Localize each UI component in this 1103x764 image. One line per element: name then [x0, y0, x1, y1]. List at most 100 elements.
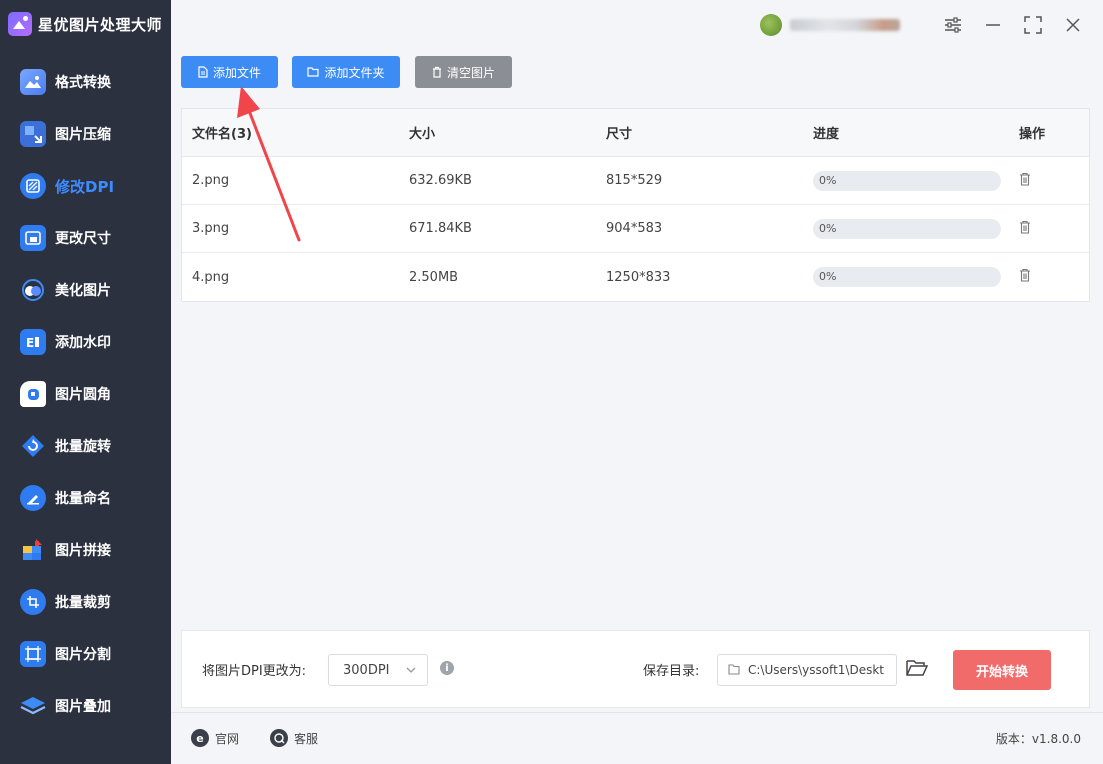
dpi-icon — [20, 173, 46, 199]
sidebar-item-beautify[interactable]: 美化图片 — [0, 264, 171, 316]
sidebar-item-crop[interactable]: 批量裁剪 — [0, 576, 171, 628]
footer: e 官网 客服 版本：v1.8.0.0 — [171, 712, 1103, 764]
sidebar-item-compress[interactable]: 图片压缩 — [0, 108, 171, 160]
sidebar-item-rename[interactable]: 批量命名 — [0, 472, 171, 524]
clear-images-button[interactable]: 清空图片 — [415, 56, 512, 88]
sidebar-item-label: 批量命名 — [55, 491, 111, 507]
image-convert-icon — [20, 69, 46, 95]
layers-icon — [20, 693, 46, 719]
website-link[interactable]: e 官网 — [191, 729, 239, 747]
sidebar-nav: 格式转换 图片压缩 修改DPI 更改尺寸 美化图片 E 添加水印 图片圆角 批量… — [0, 56, 171, 732]
delete-row-icon[interactable] — [1019, 268, 1031, 282]
file-size: 2.50MB — [409, 269, 459, 285]
file-name: 3.png — [192, 221, 230, 236]
add-file-button[interactable]: 添加文件 — [181, 56, 278, 88]
sidebar-item-label: 图片压缩 — [55, 127, 111, 143]
header-filename: 文件名(3) — [192, 127, 252, 142]
folder-icon — [307, 67, 320, 77]
sidebar-item-label: 美化图片 — [55, 283, 111, 299]
beautify-icon — [20, 277, 46, 303]
user-account[interactable] — [760, 12, 925, 38]
dpi-label: 将图片DPI更改为: — [202, 664, 307, 679]
sidebar-item-label: 批量裁剪 — [55, 595, 111, 611]
resize-icon — [20, 225, 46, 251]
rounded-corner-icon — [20, 381, 46, 407]
split-icon — [20, 641, 46, 667]
progress-bar: 0% — [813, 218, 1001, 239]
table-header: 文件名(3) 大小 尺寸 进度 操作 — [182, 109, 1089, 157]
add-folder-button[interactable]: 添加文件夹 — [292, 56, 400, 88]
open-folder-icon[interactable] — [906, 659, 929, 681]
sidebar-item-puzzle[interactable]: 图片拼接 — [0, 524, 171, 576]
app-title-text: 星优图片处理大师 — [38, 15, 163, 34]
sidebar-item-label: 修改DPI — [55, 177, 115, 196]
sidebar-item-label: 添加水印 — [55, 335, 111, 351]
header-size: 大小 — [409, 127, 436, 142]
puzzle-icon — [20, 537, 46, 563]
file-dimensions: 904*583 — [606, 221, 663, 236]
minimize-icon[interactable] — [978, 10, 1008, 40]
version-text: 版本：v1.8.0.0 — [995, 732, 1081, 746]
crop-icon — [20, 589, 46, 615]
sidebar-item-split[interactable]: 图片分割 — [0, 628, 171, 680]
sidebar-item-label: 图片分割 — [55, 647, 111, 663]
sidebar-item-layers[interactable]: 图片叠加 — [0, 680, 171, 732]
watermark-icon: E — [20, 329, 46, 355]
start-convert-button[interactable]: 开始转换 — [953, 650, 1051, 690]
table-row[interactable]: 4.png 2.50MB 1250*833 0% — [182, 253, 1089, 301]
close-icon[interactable] — [1058, 10, 1088, 40]
sidebar-item-rotate[interactable]: 批量旋转 — [0, 420, 171, 472]
sidebar-item-dpi[interactable]: 修改DPI — [0, 160, 171, 212]
sidebar: 星优图片处理大师 格式转换 图片压缩 修改DPI 更改尺寸 美化图片 E 添加水… — [0, 0, 171, 764]
sidebar-item-label: 格式转换 — [55, 75, 111, 91]
add-file-label: 添加文件 — [212, 65, 261, 80]
chevron-down-icon — [405, 664, 417, 680]
app-title: 星优图片处理大师 — [8, 10, 162, 38]
table-row[interactable]: 3.png 671.84KB 904*583 0% — [182, 205, 1089, 253]
sidebar-item-resize[interactable]: 更改尺寸 — [0, 212, 171, 264]
add-folder-label: 添加文件夹 — [324, 65, 385, 80]
website-label: 官网 — [215, 731, 240, 746]
sidebar-item-watermark[interactable]: E 添加水印 — [0, 316, 171, 368]
rename-icon — [20, 485, 46, 511]
save-dir-label: 保存目录: — [643, 664, 700, 679]
user-name-blurred — [790, 19, 900, 31]
save-path-field[interactable]: C:\Users\yssoft1\Deskt — [717, 654, 897, 686]
file-name: 2.png — [192, 173, 230, 188]
main-panel: 添加文件 添加文件夹 清空图片 文件名(3) 大小 尺寸 进度 操作 2.png… — [171, 0, 1103, 764]
support-link[interactable]: 客服 — [270, 729, 318, 747]
app-logo-icon — [8, 12, 32, 36]
compress-icon — [20, 121, 46, 147]
sidebar-item-rounded-corner[interactable]: 图片圆角 — [0, 368, 171, 420]
sidebar-item-label: 图片圆角 — [55, 387, 111, 403]
dpi-select[interactable]: 300DPI — [328, 654, 428, 686]
file-size: 632.69KB — [409, 173, 472, 188]
progress-text: 0% — [819, 173, 837, 187]
maximize-icon[interactable] — [1018, 10, 1048, 40]
svg-text:E: E — [26, 336, 34, 350]
settings-bar: 将图片DPI更改为: 300DPI i 保存目录: C:\Users\yssof… — [181, 630, 1090, 708]
progress-text: 0% — [819, 270, 837, 283]
rotate-icon — [20, 433, 46, 459]
delete-row-icon[interactable] — [1019, 172, 1031, 186]
avatar — [760, 14, 782, 36]
sidebar-item-format-convert[interactable]: 格式转换 — [0, 56, 171, 108]
file-size: 671.84KB — [409, 221, 472, 236]
file-dimensions: 815*529 — [606, 173, 663, 188]
browser-icon: e — [191, 729, 209, 747]
save-path-value: C:\Users\yssoft1\Deskt — [748, 663, 884, 677]
sidebar-item-label: 图片叠加 — [55, 699, 111, 715]
file-table: 文件名(3) 大小 尺寸 进度 操作 2.png 632.69KB 815*52… — [181, 108, 1090, 302]
header-dimensions: 尺寸 — [606, 127, 633, 142]
info-icon[interactable]: i — [440, 661, 454, 675]
settings-sliders-icon[interactable] — [938, 10, 968, 40]
sidebar-item-label: 批量旋转 — [55, 439, 111, 455]
progress-text: 0% — [819, 221, 837, 235]
clear-images-label: 清空图片 — [446, 65, 495, 80]
file-dimensions: 1250*833 — [606, 269, 671, 285]
file-icon — [198, 66, 208, 78]
chat-icon — [270, 729, 288, 747]
table-row[interactable]: 2.png 632.69KB 815*529 0% — [182, 157, 1089, 205]
delete-row-icon[interactable] — [1019, 220, 1031, 234]
folder-icon — [728, 664, 740, 678]
